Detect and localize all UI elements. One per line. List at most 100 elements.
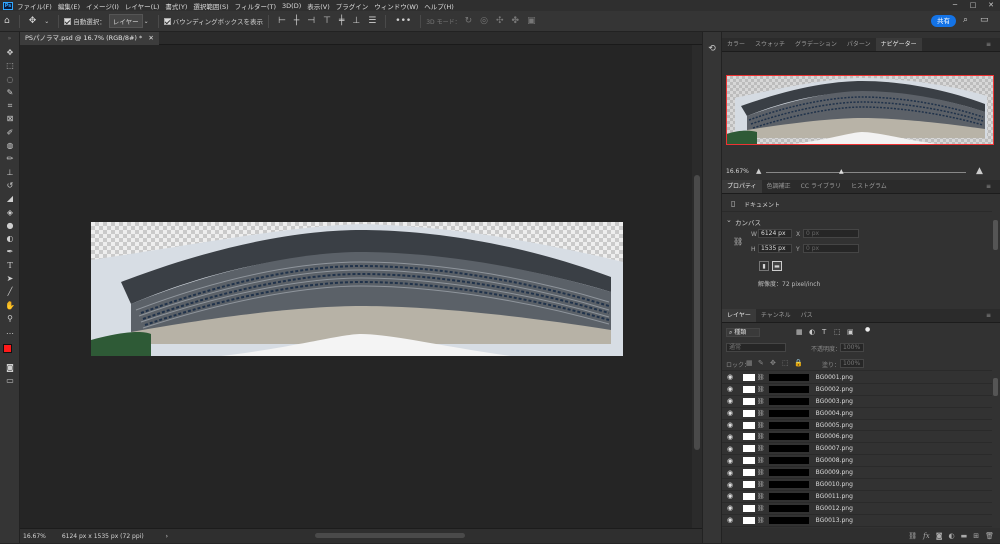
layer-mask-thumbnail[interactable] <box>768 409 809 417</box>
mask-link-icon[interactable]: ⛓ <box>757 505 765 512</box>
delete-layer-icon[interactable]: 🗑 <box>985 532 994 540</box>
status-arrow-icon[interactable]: › <box>166 533 168 540</box>
zoom-out-icon[interactable]: ▲ <box>756 167 761 175</box>
tab-adjustments[interactable]: 色調補正 <box>762 180 796 193</box>
layer-name[interactable]: BG0009.png <box>816 469 853 476</box>
more-tools-icon[interactable]: … <box>0 325 20 338</box>
menu-type[interactable]: 書式(Y) <box>165 1 187 11</box>
tab-libraries[interactable]: CC ライブラリ <box>796 180 846 193</box>
properties-scrollbar[interactable] <box>993 220 998 250</box>
layer-row[interactable]: ◉ ⛓ BG0004.png <box>722 408 992 420</box>
layer-mask-thumbnail[interactable] <box>768 385 809 393</box>
layer-name[interactable]: BG0006.png <box>816 433 853 440</box>
layer-mask-thumbnail[interactable] <box>768 481 809 489</box>
tab-layers[interactable]: レイヤー <box>722 309 756 322</box>
filter-smart-object-icon[interactable]: ▣ <box>847 328 854 336</box>
align-middle-icon[interactable]: ╪ <box>339 16 344 26</box>
layer-row[interactable]: ◉ ⛓ BG0002.png <box>722 384 992 396</box>
lock-artboard-icon[interactable]: ⬚ <box>782 359 789 367</box>
tab-gradients[interactable]: グラデーション <box>790 38 842 51</box>
visibility-eye-icon[interactable]: ◉ <box>727 457 739 465</box>
layer-mask-thumbnail[interactable] <box>768 457 809 465</box>
lock-all-icon[interactable]: 🔒 <box>794 359 803 367</box>
visibility-eye-icon[interactable]: ◉ <box>727 421 739 429</box>
menu-file[interactable]: ファイル(F) <box>17 1 52 11</box>
layer-mask-thumbnail[interactable] <box>768 504 809 512</box>
layer-row[interactable]: ◉ ⛓ BG0001.png <box>722 372 992 384</box>
document-tab[interactable]: PSパノラマ.psd @ 16.7% (RGB/8#) * ✕ <box>20 32 159 45</box>
layers-scrollbar[interactable] <box>993 378 998 396</box>
line-tool-icon[interactable]: ╱ <box>0 285 20 298</box>
layer-mask-thumbnail[interactable] <box>768 445 809 453</box>
close-icon[interactable]: ✕ <box>982 0 1000 11</box>
move-icon[interactable]: ✥ <box>29 16 37 26</box>
layer-name[interactable]: BG0004.png <box>816 410 853 417</box>
navigator-zoom[interactable]: 16.67% <box>726 168 749 175</box>
spot-heal-tool-icon[interactable]: ◍ <box>0 139 20 152</box>
share-button[interactable]: 共有 <box>931 15 956 27</box>
link-dimensions-icon[interactable]: ⛓ <box>733 237 743 246</box>
menu-select[interactable]: 選択範囲(S) <box>193 1 228 11</box>
history-icon[interactable]: ⟲ <box>703 44 721 54</box>
layer-name[interactable]: BG0011.png <box>816 493 853 500</box>
layer-row[interactable]: ◉ ⛓ BG0005.png <box>722 420 992 432</box>
lock-image-icon[interactable]: ✎ <box>758 359 764 367</box>
canvas-expand-icon[interactable]: ⌄ <box>726 216 732 224</box>
zoom-slider-thumb[interactable]: ▲ <box>839 168 844 175</box>
mask-link-icon[interactable]: ⛓ <box>757 433 765 440</box>
mask-link-icon[interactable]: ⛓ <box>757 386 765 393</box>
horizontal-scrollbar[interactable] <box>315 533 465 538</box>
path-select-tool-icon[interactable]: ➤ <box>0 272 20 285</box>
layer-name[interactable]: BG0008.png <box>816 457 853 464</box>
lock-position-icon[interactable]: ✥ <box>770 359 776 367</box>
tab-properties[interactable]: プロパティ <box>722 180 762 193</box>
toolbar-collapse-icon[interactable]: » <box>0 32 19 46</box>
layer-name[interactable]: BG0002.png <box>816 386 853 393</box>
menu-image[interactable]: イメージ(I) <box>86 1 119 11</box>
zoom-tool-icon[interactable]: ⚲ <box>0 312 20 325</box>
mask-link-icon[interactable]: ⛓ <box>757 469 765 476</box>
menu-window[interactable]: ウィンドウ(W) <box>374 1 418 11</box>
align-top-icon[interactable]: ⊤ <box>323 16 331 26</box>
brush-tool-icon[interactable]: ✏ <box>0 152 20 165</box>
layer-row[interactable]: ◉ ⛓ BG0010.png <box>722 479 992 491</box>
layer-name[interactable]: BG0007.png <box>816 445 853 452</box>
panel-menu-icon[interactable]: ≡ <box>981 180 996 194</box>
layer-name[interactable]: BG0012.png <box>816 505 853 512</box>
y-field[interactable]: 0 px <box>803 244 859 253</box>
3d-orbit-icon[interactable]: ↻ <box>465 16 473 26</box>
zoom-level[interactable]: 16.67% <box>23 533 46 540</box>
zoom-in-icon[interactable]: ▲ <box>976 166 983 176</box>
tab-patterns[interactable]: パターン <box>842 38 876 51</box>
auto-select-dropdown[interactable]: レイヤー <box>108 14 143 28</box>
layer-mask-thumbnail[interactable] <box>768 373 809 381</box>
visibility-eye-icon[interactable]: ◉ <box>727 373 739 381</box>
visibility-eye-icon[interactable]: ◉ <box>727 397 739 405</box>
frame-tool-icon[interactable]: ⊠ <box>0 112 20 125</box>
link-layers-icon[interactable]: ⛓ <box>908 532 917 540</box>
visibility-eye-icon[interactable]: ◉ <box>727 504 739 512</box>
width-field[interactable]: 6124 px <box>758 229 792 238</box>
more-options-icon[interactable]: ••• <box>395 16 411 26</box>
mask-link-icon[interactable]: ⛓ <box>757 445 765 452</box>
maximize-icon[interactable]: □ <box>964 0 982 11</box>
tab-channels[interactable]: チャンネル <box>756 309 796 322</box>
layer-mask-thumbnail[interactable] <box>768 433 809 441</box>
filter-pixel-icon[interactable]: ▦ <box>796 328 803 336</box>
align-left-icon[interactable]: ⊢ <box>278 16 286 26</box>
visibility-eye-icon[interactable]: ◉ <box>727 481 739 489</box>
history-brush-tool-icon[interactable]: ↺ <box>0 179 20 192</box>
3d-pan-icon[interactable]: ✣ <box>496 16 504 26</box>
layer-row[interactable]: ◉ ⛓ BG0012.png <box>722 503 992 515</box>
x-field[interactable]: 0 px <box>803 229 859 238</box>
visibility-eye-icon[interactable]: ◉ <box>727 469 739 477</box>
visibility-eye-icon[interactable]: ◉ <box>727 516 739 524</box>
3d-slide-icon[interactable]: ✤ <box>512 16 520 26</box>
visibility-eye-icon[interactable]: ◉ <box>727 433 739 441</box>
height-field[interactable]: 1535 px <box>758 244 792 253</box>
tab-color[interactable]: カラー <box>722 38 750 51</box>
layer-mask-thumbnail[interactable] <box>768 516 809 524</box>
visibility-eye-icon[interactable]: ◉ <box>727 385 739 393</box>
menu-view[interactable]: 表示(V) <box>307 1 330 11</box>
menu-edit[interactable]: 編集(E) <box>58 1 80 11</box>
